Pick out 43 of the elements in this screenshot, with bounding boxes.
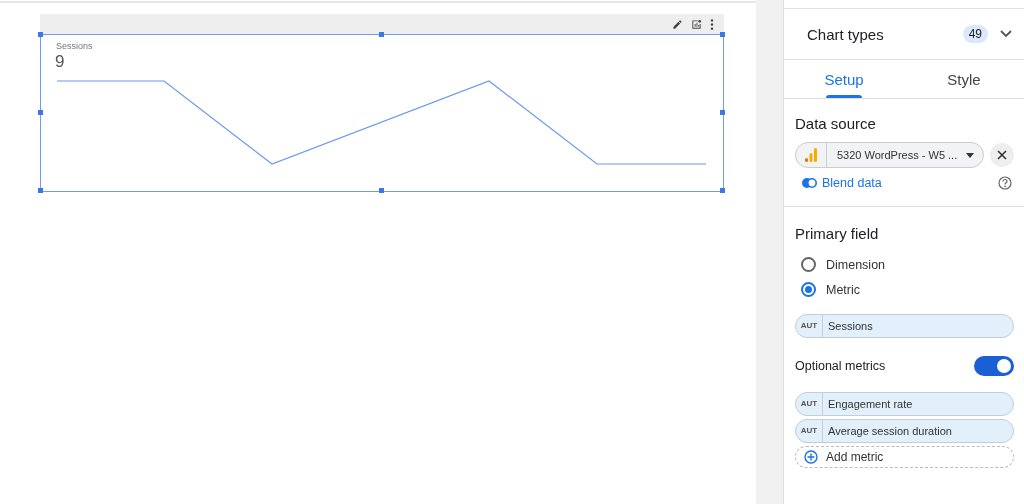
panel-title: Chart types bbox=[807, 25, 885, 43]
tab[interactable]: Style bbox=[904, 60, 1024, 98]
metric-name: Sessions bbox=[827, 320, 873, 332]
chevron-down-icon[interactable] bbox=[1000, 30, 1012, 38]
add-icon bbox=[804, 450, 818, 464]
close-icon bbox=[997, 150, 1007, 160]
count-badge: 49 bbox=[962, 25, 988, 43]
resize-handle[interactable] bbox=[379, 32, 384, 37]
radio-option[interactable]: Metric bbox=[795, 277, 867, 302]
help-icon[interactable] bbox=[998, 176, 1012, 190]
metric-name: Average session duration bbox=[827, 425, 952, 437]
tab[interactable]: Setup bbox=[784, 60, 904, 98]
aggregation-tag: AUT bbox=[796, 315, 823, 337]
resize-handle[interactable] bbox=[379, 188, 384, 193]
bar-chart-icon bbox=[805, 148, 817, 162]
metric-value: 9 bbox=[55, 52, 65, 72]
blend-data-link[interactable]: Blend data bbox=[787, 176, 882, 190]
resize-handle[interactable] bbox=[720, 110, 725, 115]
resize-handle[interactable] bbox=[720, 32, 725, 37]
radio-option[interactable]: Dimension bbox=[795, 252, 892, 277]
more-icon[interactable] bbox=[710, 18, 714, 30]
resize-handle[interactable] bbox=[38, 32, 43, 37]
close-button[interactable] bbox=[990, 143, 1014, 167]
optional-metrics-label: Optional metrics bbox=[795, 359, 886, 373]
blend-icon bbox=[801, 177, 818, 189]
section-heading: Primary field bbox=[795, 225, 880, 242]
dropdown-arrow-icon bbox=[966, 152, 974, 158]
edit-icon[interactable] bbox=[672, 18, 683, 30]
aggregation-tag: AUT bbox=[796, 420, 823, 442]
resize-handle[interactable] bbox=[38, 110, 43, 115]
metric-chip[interactable]: AUT Average session duration bbox=[795, 419, 1014, 443]
metric-label: Sessions bbox=[56, 41, 93, 51]
chart-frame[interactable]: Sessions 9 bbox=[40, 34, 724, 192]
data-source-dropdown[interactable]: 5320 WordPress - W5 ... bbox=[795, 142, 984, 168]
metric-chip[interactable]: AUT Engagement rate bbox=[795, 392, 1014, 416]
metric-chip[interactable]: AUT Sessions bbox=[795, 314, 1014, 338]
aggregation-tag: AUT bbox=[796, 393, 823, 415]
chart-settings-icon[interactable] bbox=[691, 18, 702, 30]
section-heading: Data source bbox=[795, 115, 877, 132]
metric-name: Engagement rate bbox=[827, 398, 913, 410]
toggle-switch[interactable] bbox=[974, 356, 1014, 376]
resize-handle[interactable] bbox=[720, 188, 725, 193]
resize-handle[interactable] bbox=[38, 188, 43, 193]
